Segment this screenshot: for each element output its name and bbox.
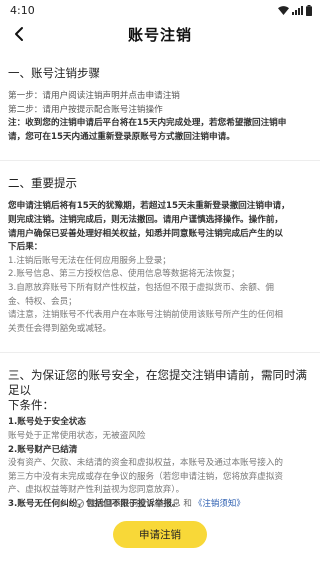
- battery-icon: [306, 4, 312, 16]
- status-time: 4:10: [10, 3, 35, 17]
- cancellation-notice-link[interactable]: 《注销须知》: [194, 497, 245, 509]
- consequence-item: 1.注销后账号无法在任何应用服务上登录；: [8, 255, 171, 266]
- nav-bar: 账号注销: [0, 20, 320, 48]
- condition-title: 1.账号处于安全状态: [8, 417, 86, 428]
- divider: [0, 160, 320, 162]
- consequence-item: 3.自愿放弃账号下所有财产性权益，包括但不限于虚拟货币、余额、佣: [8, 282, 275, 293]
- back-button[interactable]: [8, 23, 30, 45]
- condition-body: 产、虚拟权益等财产性利益视为您同意放弃）。: [8, 485, 185, 496]
- checkbox-icon[interactable]: [75, 498, 85, 508]
- page-title: 账号注销: [127, 25, 192, 44]
- status-bar: 4:10: [0, 0, 320, 20]
- consequence-item: 金、特权、会员；: [8, 296, 77, 307]
- section3-title: 三、为保证您的账号安全，在您提交注销申请前，需同时满足以 下条件：: [8, 368, 312, 413]
- step2-text: 第二步：请用户按提示配合账号注销操作: [8, 104, 163, 115]
- status-icons: [278, 4, 312, 16]
- note-line: 请，您可在15天内通过重新登录原账号方式撤回注销申请。: [8, 131, 235, 142]
- apply-cancellation-button[interactable]: 申请注销: [113, 521, 207, 548]
- condition-title: 2.账号财产已结清: [8, 444, 78, 455]
- step1-text: 第一步：请用户阅读注销声明并点击申请注销: [8, 91, 180, 101]
- warning-line: 请用户确保已妥善处理好相关权益，知悉并同意账号注销完成后产生的以: [8, 228, 284, 239]
- condition-body: 没有资产、欠款、未结清的资金和虚拟权益，本账号及通过本账号接入的: [8, 458, 284, 469]
- section1-title: 一、账号注销步骤: [8, 66, 100, 80]
- wifi-icon: [278, 5, 289, 15]
- warning-line: 您申请注销后将有15天的犹豫期，若超过15天未重新登录撤回注销申请，: [8, 201, 290, 212]
- divider: [0, 352, 320, 354]
- signal-icon: [292, 5, 303, 15]
- warning-line: 下后果：: [8, 242, 43, 253]
- condition-body: 第三方中没有未完成或存在争议的服务（若您申请注销，您将放弃虚拟资: [8, 471, 284, 482]
- agreement-row: 我已阅读并同意以上信息 和 《注销须知》: [0, 497, 320, 509]
- consequence-item: 2.账号信息、第三方授权信息、使用信息等数据将无法恢复；: [8, 269, 240, 280]
- notice-content: 一、账号注销步骤 第一步：请用户阅读注销声明并点击申请注销 第二步：请用户按提示…: [0, 66, 320, 511]
- section2-title: 二、重要提示: [8, 176, 77, 191]
- consequence-item: 请注意，注销账号不代表用户在本账号注销前使用该账号所产生的任何相: [8, 310, 284, 321]
- note-line: 注：收到您的注销申请后平台将在15天内完成处理，若您希望撤回注销申: [8, 118, 287, 129]
- section3-title-line: 下条件：: [8, 398, 54, 413]
- consequence-item: 关责任会得到豁免或减轻。: [8, 323, 112, 334]
- agreement-text: 我已阅读并同意以上信息 和: [87, 499, 192, 509]
- condition-body: 账号处于正常使用状态，无被盗风险: [8, 430, 146, 441]
- chevron-left-icon: [15, 27, 23, 41]
- warning-line: 则完成注销。注销完成后，则无法撤回。请用户谨慎选择操作。操作前，: [8, 214, 284, 225]
- section3-title-line: 三、为保证您的账号安全，在您提交注销申请前，需同时满足以: [8, 368, 307, 398]
